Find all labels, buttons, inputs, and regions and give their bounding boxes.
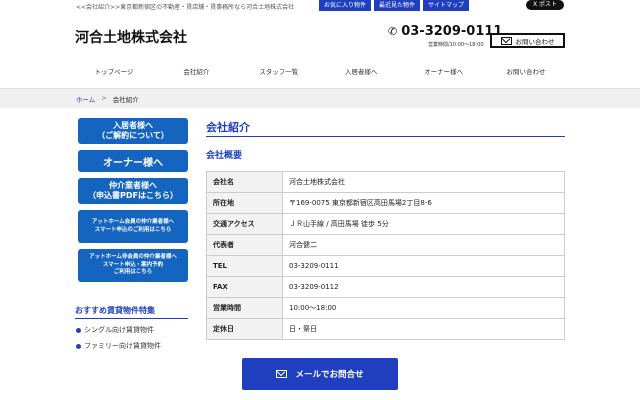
table-row: 所在地 〒169-0075 東京都新宿区高田馬場2丁目8-6 — [206, 192, 565, 214]
row-value: 〒169-0075 東京都新宿区高田馬場2丁目8-6 — [282, 192, 565, 214]
nav-top[interactable]: トップページ — [75, 66, 153, 76]
mail-icon — [276, 370, 288, 378]
breadcrumb-current: 会社紹介 — [112, 96, 139, 104]
row-value: 03-3209-0111 — [282, 255, 565, 277]
nav-tenants[interactable]: 入居者様へ — [322, 66, 400, 76]
broker-button[interactable]: 仲介業者様へ （申込書PDFはこちら） — [78, 178, 188, 204]
x-post-button[interactable]: X ポスト — [526, 0, 564, 10]
table-row: TEL 03-3209-0111 — [206, 255, 565, 277]
top-bar: <<会社紹介>>東京都新宿区の不動産・賃店舗・賃事務所なら河合土地株式会社 お気… — [0, 0, 640, 12]
row-label: 定休日 — [206, 318, 283, 340]
row-label: FAX — [206, 276, 283, 298]
breadcrumb-separator: > — [101, 94, 107, 102]
row-label: 代表者 — [206, 234, 283, 256]
row-value: 河合健二 — [282, 234, 565, 256]
top-links: お気に入り物件 最近見た物件 サイトマップ — [319, 0, 470, 11]
owner-button-label: オーナー様へ — [103, 157, 163, 169]
contact-button[interactable]: お問い合わせ — [490, 33, 565, 48]
row-label: 営業時間 — [206, 297, 283, 319]
row-label: 所在地 — [206, 192, 283, 214]
recommended-item-label: シングル向け賃貸物件 — [84, 326, 154, 334]
row-label: TEL — [206, 255, 283, 277]
mail-contact-label: メールでお問合せ — [295, 370, 364, 380]
table-row: FAX 03-3209-0112 — [206, 276, 565, 298]
tenant-button-line2: （ご解約について） — [97, 131, 169, 140]
breadcrumb: ホーム > 会社紹介 — [76, 94, 139, 104]
row-value: 03-3209-0112 — [282, 276, 565, 298]
nav-staff[interactable]: スタッフ一覧 — [240, 66, 318, 76]
sidebar: 入居者様へ （ご解約について） オーナー様へ 仲介業者様へ （申込書PDFはこち… — [78, 118, 188, 288]
row-label: 会社名 — [206, 171, 283, 193]
site-tagline: <<会社紹介>>東京都新宿区の不動産・賃店舗・賃事務所なら河合土地株式会社 — [76, 4, 295, 11]
row-value: 日・祭日 — [282, 318, 565, 340]
recently-viewed-link[interactable]: 最近見た物件 — [374, 0, 421, 11]
nav-company[interactable]: 会社紹介 — [157, 66, 235, 76]
athome-nonmember-line3: ご利用はこちら — [113, 269, 153, 276]
row-label: 交通アクセス — [206, 213, 283, 235]
row-value: 10:00～18:00 — [282, 297, 565, 319]
tenant-button-line1: 入居者様へ — [113, 121, 153, 130]
athome-nonmember-button[interactable]: アットホーム非会員の仲介業者様へ スマート申込・案内予約 ご利用はこちら — [78, 249, 188, 282]
broker-button-line1: 仲介業者様へ — [109, 181, 157, 190]
recommended-item-single[interactable]: シングル向け賃貸物件 — [76, 325, 154, 335]
section-title: 会社概要 — [206, 151, 243, 161]
athome-member-line2: スマート申込のご利用はこちら — [94, 226, 172, 233]
broker-button-line2: （申込書PDFはこちら） — [88, 191, 178, 200]
sitemap-link[interactable]: サイトマップ — [423, 0, 470, 11]
table-row: 交通アクセス ＪＲ山手線 / 高田馬場 徒歩 5分 — [206, 213, 565, 235]
global-nav: トップページ 会社紹介 スタッフ一覧 入居者様へ オーナー様へ お問い合わせ — [75, 66, 565, 76]
owner-button[interactable]: オーナー様へ — [78, 150, 188, 172]
phone-text: 03-3209-0111 — [401, 24, 503, 39]
recommended-divider — [75, 318, 188, 319]
site-logo[interactable]: 河合土地株式会社 — [75, 27, 187, 47]
company-table: 会社名 河合土地株式会社 所在地 〒169-0075 東京都新宿区高田馬場2丁目8-… — [206, 171, 565, 340]
athome-member-button[interactable]: アットホーム会員の仲介業者様へ スマート申込のご利用はこちら — [78, 210, 188, 243]
nav-contact[interactable]: お問い合わせ — [487, 66, 565, 76]
recommended-title: おすすめ賃貸物件特集 — [75, 306, 155, 315]
table-row: 代表者 河合健二 — [206, 234, 565, 256]
table-row: 会社名 河合土地株式会社 — [206, 171, 565, 193]
athome-member-line1: アットホーム会員の仲介業者様へ — [91, 219, 175, 225]
favorites-link[interactable]: お気に入り物件 — [319, 0, 372, 11]
nav-owners[interactable]: オーナー様へ — [405, 66, 483, 76]
mail-contact-button[interactable]: メールでお問合せ — [242, 358, 398, 390]
page-title: 会社紹介 — [206, 121, 250, 134]
tenant-button[interactable]: 入居者様へ （ご解約について） — [78, 118, 188, 144]
contact-button-label: お問い合わせ — [515, 37, 555, 46]
business-hours: 営業時間/10:00～18:00 — [428, 42, 484, 48]
breadcrumb-home[interactable]: ホーム — [76, 94, 95, 104]
table-row: 営業時間 10:00～18:00 — [206, 297, 565, 319]
bullet-icon — [76, 327, 81, 333]
athome-nonmember-line1: アットホーム非会員の仲介業者様へ — [89, 254, 177, 261]
phone-number: ✆ 03-3209-0111 — [388, 24, 502, 39]
table-row: 定休日 日・祭日 — [206, 318, 565, 340]
row-value: ＪＲ山手線 / 高田馬場 徒歩 5分 — [282, 213, 565, 235]
mail-icon — [500, 36, 512, 45]
row-value: 河合土地株式会社 — [282, 171, 565, 193]
phone-icon: ✆ — [388, 25, 398, 38]
title-divider — [206, 136, 565, 137]
